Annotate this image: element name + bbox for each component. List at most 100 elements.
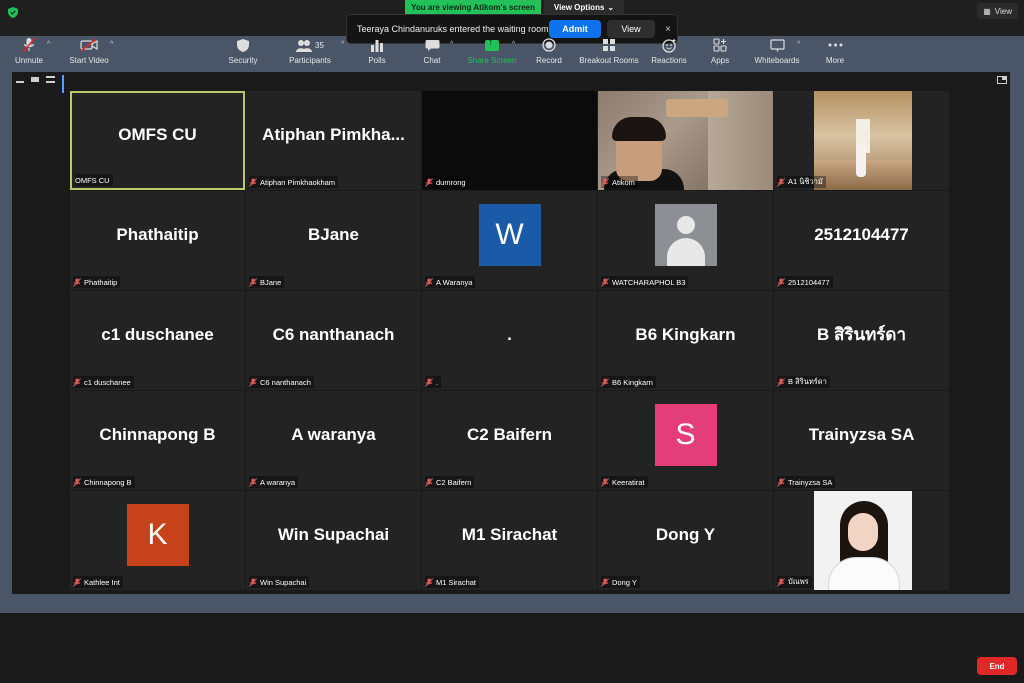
reactions-smiley-icon [661,38,676,53]
participants-count: 35 [315,40,324,50]
video-off-icon [80,38,98,52]
chat-button[interactable]: Chat [419,36,445,70]
participant-tile[interactable]: W A Waranya [422,191,597,290]
participants-button[interactable]: 35 Participants [287,36,333,70]
participant-tile[interactable]: A1 นิชิวามั [774,91,949,190]
waiting-room-message: Teeraya Chindanuruks entered the waiting… [357,24,549,34]
participant-tile[interactable]: BJane BJane [246,191,421,290]
more-button[interactable]: More [822,36,848,70]
participant-display-name: c1 duschanee [101,324,214,344]
exit-fullscreen-icon[interactable] [997,76,1007,84]
participant-name-label: . [425,376,442,388]
participant-display-name: OMFS CU [118,124,197,144]
participant-display-name: C2 Baifern [466,424,553,444]
reactions-button[interactable]: Reactions [650,36,688,70]
microphone-muted-icon [22,37,36,53]
viewing-screen-banner: You are viewing Atikom's screen [405,0,541,14]
participant-tile[interactable]: Win Supachai Win Supachai [246,491,421,590]
share-options-caret[interactable]: ^ [512,41,515,48]
participant-name: C6 nanthanach [260,377,311,387]
start-video-button[interactable]: Start Video [66,36,112,70]
participant-name-label: Kathlee Int [73,576,123,588]
participant-tile[interactable]: Atiphan Pimkha... Atiphan Pimkhaokham [246,91,421,190]
participant-profile-photo [814,91,912,190]
participant-name: Keeratirat [612,477,645,487]
meeting-controls-toolbar [0,613,1024,683]
speaker-view-icon[interactable] [46,76,55,83]
participant-tile[interactable]: A waranya A waranya [246,391,421,490]
participant-tile[interactable]: OMFS CU OMFS CU [70,91,245,190]
participant-tile[interactable]: S Keeratirat [598,391,773,490]
participant-tile[interactable]: บัณพร [774,491,949,590]
microphone-muted-icon [601,477,609,487]
security-button[interactable]: Security [226,36,260,70]
microphone-muted-icon [73,377,81,387]
unmute-label: Unmute [14,56,43,65]
participants-icon [296,39,313,52]
participant-tile[interactable]: K Kathlee Int [70,491,245,590]
participant-tile[interactable]: C2 Baifern C2 Baifern [422,391,597,490]
microphone-muted-icon [425,577,433,587]
whiteboard-icon [769,38,785,51]
microphone-muted-icon [73,477,81,487]
participant-name-label: B6 Kingkarn [601,376,656,388]
microphone-muted-icon [425,377,433,387]
close-icon[interactable]: × [659,24,677,35]
participant-tile[interactable]: Chinnapong B Chinnapong B [70,391,245,490]
participant-tile[interactable]: B6 Kingkarn B6 Kingkarn [598,291,773,390]
participant-display-name: Dong Y [655,524,716,544]
participant-tile[interactable]: C6 nanthanach C6 nanthanach [246,291,421,390]
gallery-grid-icon[interactable] [62,75,71,93]
participant-name: Atikom [612,177,635,187]
participant-name: A1 นิชิวามั [788,177,823,186]
participant-tile[interactable]: M1 Sirachat M1 Sirachat [422,491,597,590]
microphone-muted-icon [249,477,257,487]
participant-name-label: Atiphan Pimkhaokham [249,176,339,188]
share-screen-button[interactable]: Share Screen [466,36,518,70]
end-meeting-button[interactable]: End [977,657,1017,675]
video-options-caret[interactable]: ^ [110,41,113,48]
participant-name: Trainyzsa SA [788,477,833,487]
participant-tile[interactable]: B สิรินทร์ดา B สิรินทร์ดา [774,291,949,390]
audio-options-caret[interactable]: ^ [47,41,50,48]
participant-tile[interactable]: Trainyzsa SA Trainyzsa SA [774,391,949,490]
single-view-icon[interactable] [31,77,39,82]
participant-name: A Waranya [436,277,473,287]
microphone-muted-icon [425,177,433,187]
view-options-dropdown[interactable]: View Options ⌄ [544,0,624,14]
shield-icon[interactable] [8,7,18,18]
apps-button[interactable]: Apps [706,36,734,70]
participant-tile[interactable]: Phathaitip Phathaitip [70,191,245,290]
participant-tile[interactable]: Dong Y Dong Y [598,491,773,590]
top-view-button[interactable]: ▦ View [977,3,1018,19]
minimize-icon[interactable] [16,81,24,83]
more-label: More [825,56,845,65]
participant-name-label: 2512104477 [777,276,833,288]
participant-display-name: Atiphan Pimkha... [262,124,405,144]
whiteboards-options-caret[interactable]: ^ [797,41,800,48]
participant-name-label: A waranya [249,476,299,488]
default-avatar-icon [654,203,717,266]
participant-name: OMFS CU [75,175,110,185]
participant-name: Atiphan Pimkhaokham [260,177,336,187]
participant-name: B สิรินทร์ดา [788,377,827,386]
unmute-button[interactable]: Unmute [12,36,46,70]
polls-button[interactable]: Polls [364,36,390,70]
participant-tile[interactable]: 2512104477 2512104477 [774,191,949,290]
breakout-rooms-icon [603,39,615,51]
participants-options-caret[interactable]: ^ [341,41,344,48]
microphone-muted-icon [777,177,785,187]
microphone-muted-icon [249,177,257,187]
breakout-rooms-button[interactable]: Breakout Rooms [576,36,642,70]
participant-tile[interactable]: Atikom [598,91,773,190]
record-button[interactable]: Record [533,36,565,70]
participant-tile[interactable]: WATCHARAPHOL B3 [598,191,773,290]
participant-name: dumrong [436,177,466,187]
participant-display-name: . [507,324,512,344]
participant-tile[interactable]: dumrong [422,91,597,190]
participant-name-label: Dong Y [601,576,640,588]
participant-tile[interactable]: c1 duschanee c1 duschanee [70,291,245,390]
whiteboards-button[interactable]: Whiteboards [752,36,802,70]
participant-tile[interactable]: .. [422,291,597,390]
chat-options-caret[interactable]: ^ [450,41,453,48]
